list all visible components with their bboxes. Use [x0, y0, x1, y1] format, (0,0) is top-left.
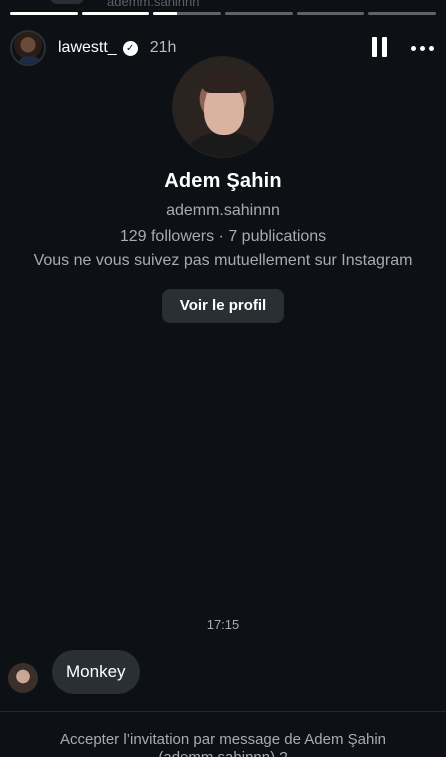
message-timestamp: 17:15	[206, 617, 240, 632]
story-author-username[interactable]: lawestt_	[58, 39, 117, 57]
invite-prompt: Accepter l’invitation par message de Ade…	[0, 731, 446, 757]
ghost-avatar	[50, 0, 84, 4]
profile-picture	[172, 56, 274, 158]
view-profile-button[interactable]: Voir le profil	[161, 289, 285, 323]
progress-segment	[225, 12, 293, 15]
progress-fill	[10, 12, 78, 15]
profile-stats: 129 followers · 7 publications	[119, 228, 327, 245]
verified-icon: ✓	[122, 40, 138, 56]
progress-segment	[153, 12, 222, 15]
previous-story-ghost: ademm.sahinnn	[0, 0, 446, 12]
message-bubble[interactable]: Monkey	[52, 650, 140, 694]
profile-name: Adem Şahin	[164, 170, 282, 192]
story-time: 21h	[149, 39, 177, 56]
story-progress-bar	[10, 12, 437, 15]
invite-line-1: Accepter l’invitation par message de Ade…	[59, 731, 386, 748]
profile-handle: ademm.sahinnn	[166, 202, 280, 219]
progress-segment	[368, 12, 437, 15]
message-row: Monkey	[8, 650, 140, 694]
profile-card: Adem Şahin ademm.sahinnn 129 followers ·…	[0, 56, 446, 323]
mutual-follow-note: Vous ne vous suivez pas mutuellement sur…	[33, 252, 413, 269]
ghost-text: ademm.sahinnn	[107, 0, 200, 9]
sender-avatar[interactable]	[8, 663, 38, 693]
more-icon[interactable]	[411, 45, 434, 51]
progress-segment	[296, 12, 365, 15]
invite-line-2: (ademm.sahinnn) ?	[0, 749, 446, 757]
progress-fill	[153, 12, 178, 15]
progress-fill	[81, 12, 150, 15]
progress-segment	[81, 12, 150, 15]
divider	[0, 711, 446, 712]
progress-segment	[10, 12, 78, 15]
